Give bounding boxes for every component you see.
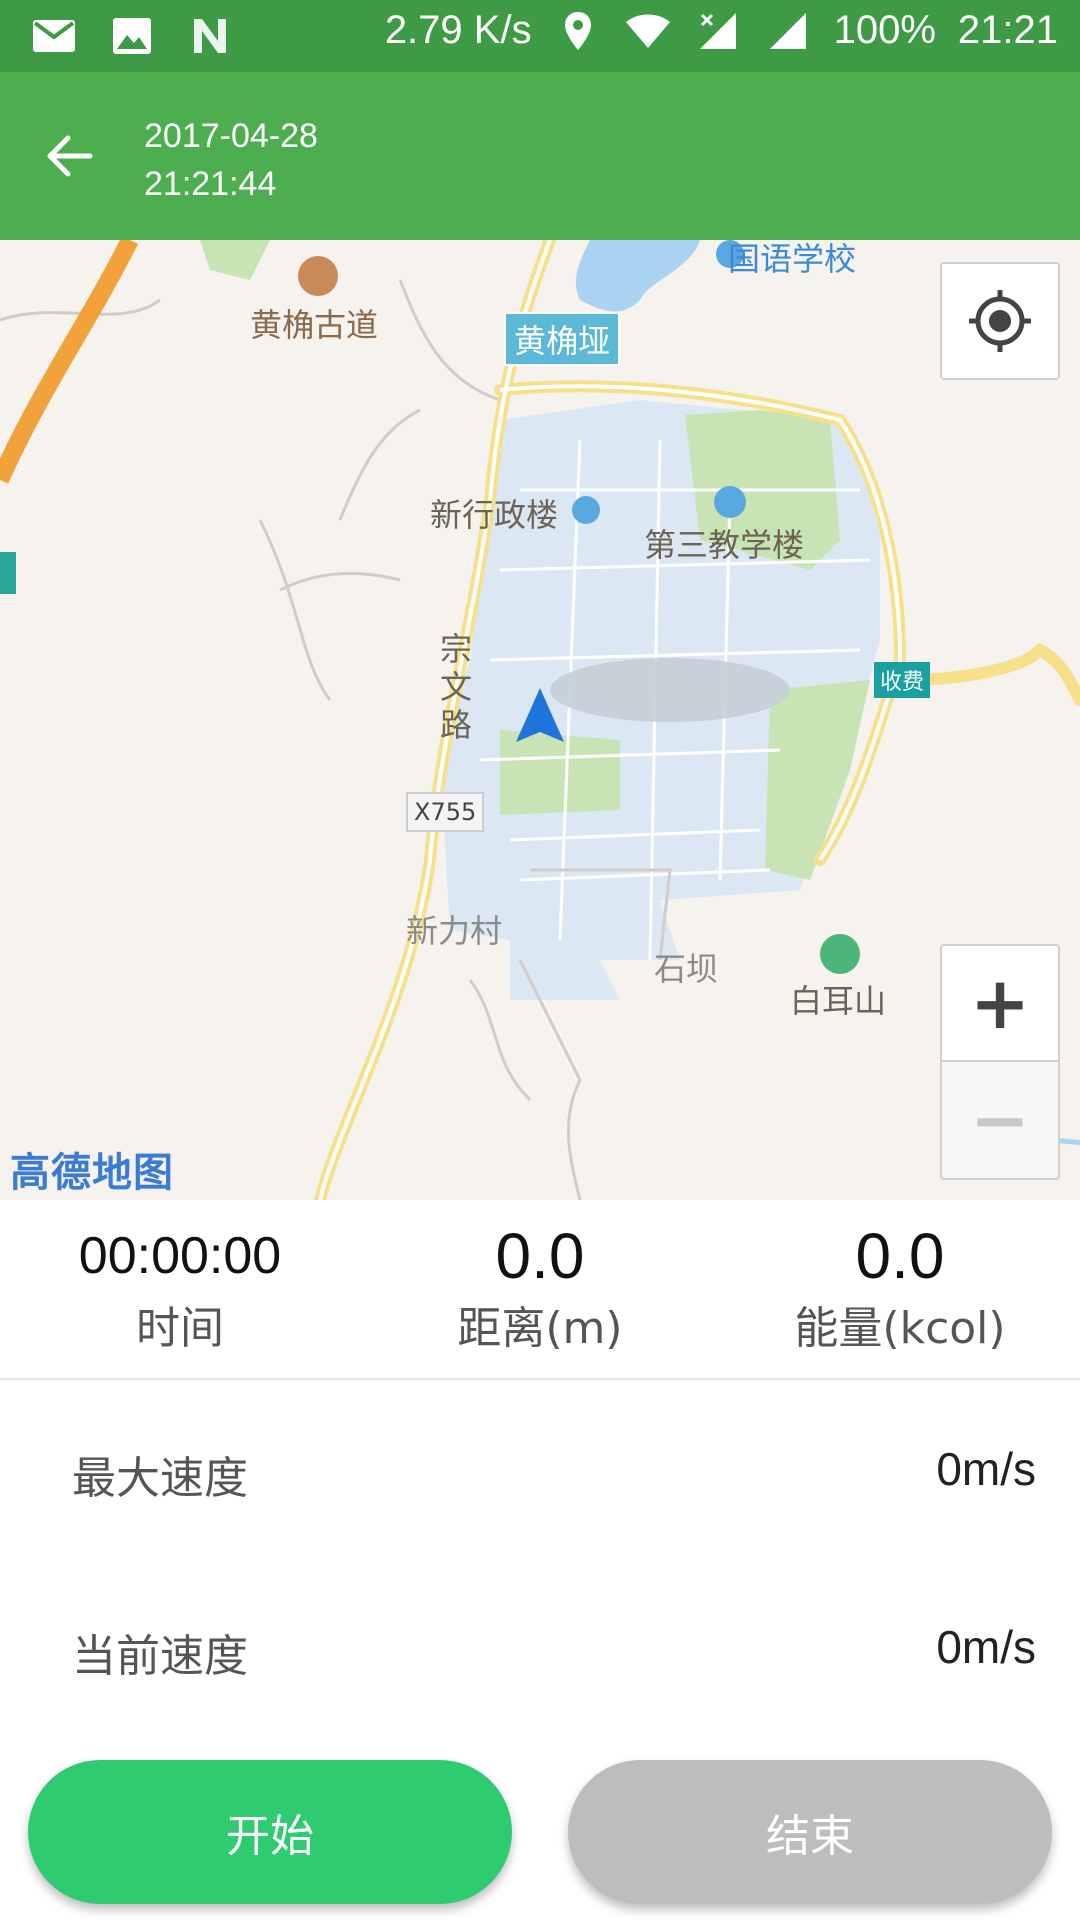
zoom-out-button[interactable]: −	[940, 1062, 1060, 1180]
stats-panel: 00:00:00 时间 0.0 距离(m) 0.0 能量(kcol)	[0, 1200, 1080, 1380]
wifi-icon	[624, 9, 672, 53]
map-label-huangjiaoya: 黄桷垭	[504, 312, 621, 366]
mountain-poi-marker	[820, 934, 860, 974]
blurred-area	[550, 658, 790, 722]
location-icon	[554, 9, 602, 53]
gudao-poi-marker	[298, 256, 338, 296]
app-bar: 2017-04-28 21:21:44	[0, 72, 1080, 240]
map-label-guoyu: 国语学校	[728, 240, 857, 278]
net-speed: 2.79 K/s	[384, 8, 532, 52]
map-label-xinlicun: 新力村	[406, 912, 503, 950]
back-arrow-icon[interactable]	[40, 126, 104, 186]
session-time: 21:21:44	[144, 165, 277, 203]
map-view[interactable]: 国语学校 黄桷古道 黄桷垭 新行政楼 第三教学楼 宗文路 收费 X755 新力村…	[0, 240, 1080, 1200]
stat-time: 00:00:00 时间	[0, 1200, 360, 1378]
map-label-huangjiao-gudao: 黄桷古道	[250, 306, 379, 344]
map-label-baier: 白耳山	[790, 982, 887, 1020]
minus-icon: −	[969, 1078, 1031, 1162]
map-label-shoufei: 收费	[874, 662, 931, 698]
mail-icon	[30, 14, 78, 58]
crosshair-icon	[969, 290, 1031, 352]
session-date: 2017-04-28	[144, 117, 318, 155]
map-label-x755: X755	[406, 792, 485, 832]
max-speed-value: 0m/s	[936, 1443, 1036, 1495]
teaching-poi-marker	[714, 486, 746, 518]
current-speed-value: 0m/s	[936, 1621, 1036, 1673]
map-label-shiba: 石坝	[654, 950, 719, 988]
distance-label: 距离(m)	[457, 1303, 623, 1354]
image-icon	[108, 14, 156, 58]
map-label-zongwen: 宗文路	[440, 630, 473, 744]
time-value: 00:00:00	[78, 1227, 282, 1285]
zoom-in-button[interactable]: +	[940, 944, 1060, 1062]
signal-icon	[764, 9, 812, 53]
session-datetime: 2017-04-28 21:21:44	[144, 112, 318, 208]
amap-logo: 高德地图	[10, 1150, 174, 1196]
status-bar: 2.79 K/s 100% 21:21	[0, 0, 1080, 72]
battery-level: 100%	[833, 8, 936, 52]
locate-button[interactable]	[940, 262, 1060, 380]
cellular-x-icon	[694, 9, 742, 53]
current-speed-row: 当前速度 0m/s	[0, 1590, 1080, 1710]
energy-value: 0.0	[855, 1220, 945, 1292]
current-speed-label: 当前速度	[72, 1631, 248, 1682]
lake-shape	[575, 240, 700, 312]
map-label-disan: 第三教学楼	[644, 526, 805, 564]
stat-energy: 0.0 能量(kcol)	[720, 1200, 1080, 1378]
stat-distance: 0.0 距离(m)	[360, 1200, 720, 1378]
max-speed-label: 最大速度	[72, 1453, 248, 1504]
expressway	[0, 240, 139, 484]
distance-value: 0.0	[495, 1220, 585, 1292]
clock: 21:21	[957, 8, 1058, 52]
map-label-xinxingzheng: 新行政楼	[430, 496, 559, 534]
time-label: 时间	[136, 1303, 224, 1354]
stop-button[interactable]: 结束	[568, 1760, 1052, 1904]
max-speed-row: 最大速度 0m/s	[0, 1412, 1080, 1532]
start-button[interactable]: 开始	[28, 1760, 512, 1904]
admin-poi-marker	[572, 496, 600, 524]
green-area-3	[500, 730, 620, 815]
map-base	[0, 240, 1080, 1200]
expressway-sign	[0, 552, 16, 594]
n-icon	[186, 14, 234, 58]
plus-icon: +	[969, 961, 1031, 1045]
green-area-4	[200, 240, 270, 280]
energy-label: 能量(kcol)	[794, 1303, 1006, 1354]
